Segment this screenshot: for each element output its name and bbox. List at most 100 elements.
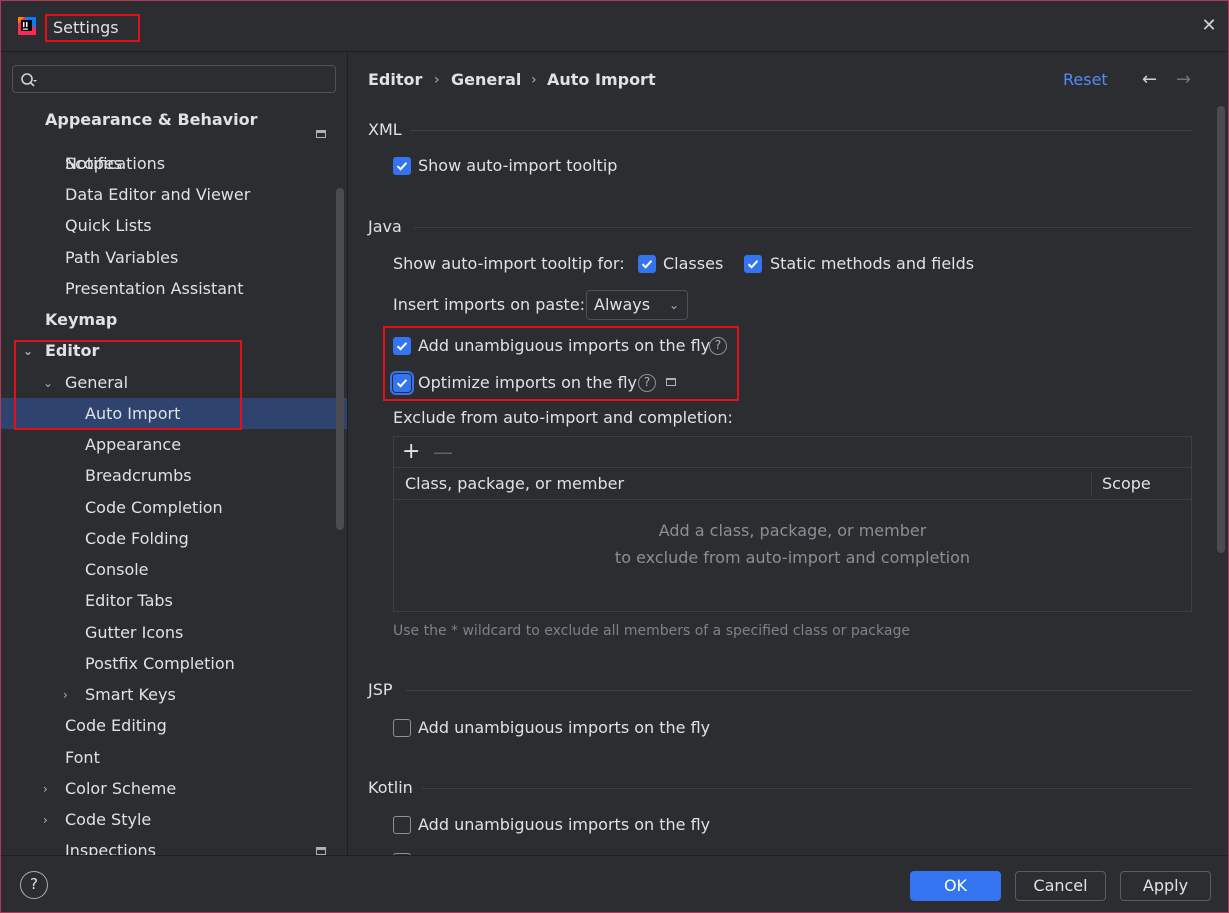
sidebar-item-keymap[interactable]: Keymap bbox=[1, 304, 347, 335]
chevron-down-icon: ⌄ bbox=[43, 376, 54, 390]
checkbox-label: Classes bbox=[663, 254, 724, 273]
cancel-button[interactable]: Cancel bbox=[1015, 871, 1106, 901]
checkbox-label: Add unambiguous imports on the fly bbox=[418, 815, 711, 834]
sidebar-item-code-completion[interactable]: Code Completion bbox=[1, 492, 347, 523]
section-title-kotlin: Kotlin bbox=[368, 778, 413, 797]
sidebar-item-label: Inspections bbox=[65, 841, 156, 855]
sidebar-item-label: Smart Keys bbox=[85, 685, 176, 704]
search-icon bbox=[21, 73, 37, 87]
search-input[interactable] bbox=[12, 65, 336, 93]
divider bbox=[422, 788, 1192, 789]
sidebar-item-path-variables[interactable]: Path Variables bbox=[1, 242, 347, 273]
pin-icon bbox=[316, 130, 326, 138]
sidebar-item-code-editing[interactable]: Code Editing bbox=[1, 710, 347, 741]
help-icon[interactable]: ? bbox=[638, 374, 656, 392]
sidebar-item-label: Editor Tabs bbox=[85, 591, 173, 610]
divider bbox=[414, 227, 1192, 228]
window-title: Settings bbox=[45, 14, 140, 42]
insert-on-paste-label: Insert imports on paste: bbox=[393, 295, 586, 314]
help-icon[interactable]: ? bbox=[709, 337, 727, 355]
checkbox-unchecked-icon bbox=[393, 719, 411, 737]
sidebar-item-appearance-behavior[interactable]: Appearance & Behavior bbox=[1, 104, 347, 134]
sidebar-item-editor-tabs[interactable]: Editor Tabs bbox=[1, 585, 347, 616]
sidebar-item-label: Color Scheme bbox=[65, 779, 177, 798]
checkbox-checked-icon bbox=[390, 371, 414, 395]
help-button[interactable]: ? bbox=[20, 871, 48, 899]
sidebar-item-label: Code Folding bbox=[85, 529, 189, 548]
apply-button[interactable]: Apply bbox=[1120, 871, 1211, 901]
sidebar-item-postfix-completion[interactable]: Postfix Completion bbox=[1, 648, 347, 679]
empty-text-line2: to exclude from auto-import and completi… bbox=[614, 548, 971, 567]
insert-on-paste-select[interactable]: Always ⌄ bbox=[586, 290, 688, 320]
table-toolbar: + — bbox=[394, 437, 1191, 468]
checkbox-label: Show auto-import tooltip bbox=[418, 156, 618, 175]
sidebar-item-data-editor[interactable]: Data Editor and Viewer bbox=[1, 179, 347, 210]
chevron-right-icon: › bbox=[531, 72, 537, 88]
sidebar-item-label: Appearance bbox=[85, 435, 182, 454]
sidebar-item-label: Presentation Assistant bbox=[65, 279, 244, 298]
close-icon[interactable]: ✕ bbox=[1199, 16, 1219, 36]
sidebar-item-smart-keys[interactable]: › Smart Keys bbox=[1, 679, 347, 710]
sidebar-item-notifications[interactable]: Notifications bbox=[1, 148, 347, 179]
sidebar-item-gutter-icons[interactable]: Gutter Icons bbox=[1, 617, 347, 648]
exclude-table: + — Class, package, or member Scope Add … bbox=[393, 436, 1192, 612]
sidebar-item-label: Editor bbox=[45, 341, 100, 360]
sidebar-item-quick-lists[interactable]: Quick Lists bbox=[1, 210, 347, 241]
sidebar-item-color-scheme[interactable]: › Color Scheme bbox=[1, 773, 347, 804]
checkbox-checked-icon bbox=[744, 255, 762, 273]
checkbox-label: Static methods and fields bbox=[770, 254, 975, 273]
sidebar-item-label: Console bbox=[85, 560, 149, 579]
reset-link[interactable]: Reset bbox=[1063, 69, 1108, 91]
checkbox-checked-icon bbox=[393, 337, 411, 355]
checkbox-checked-icon bbox=[638, 255, 656, 273]
chevron-down-icon: ⌄ bbox=[668, 298, 679, 312]
chevron-right-icon: › bbox=[43, 813, 48, 827]
divider bbox=[410, 130, 1192, 131]
breadcrumb-editor[interactable]: Editor bbox=[368, 69, 422, 91]
checkbox-label: Optimize imports on the fly bbox=[418, 373, 637, 392]
remove-icon[interactable]: — bbox=[433, 438, 453, 466]
chevron-right-icon: › bbox=[43, 782, 48, 796]
add-icon[interactable]: + bbox=[402, 438, 420, 466]
sidebar-item-auto-import[interactable]: Auto Import bbox=[1, 398, 347, 429]
settings-dialog: Settings ✕ Scopes Appearance & Behavior … bbox=[0, 0, 1229, 913]
sidebar-item-code-style[interactable]: › Code Style bbox=[1, 804, 347, 835]
sidebar-scrollbar[interactable] bbox=[336, 188, 344, 530]
column-header-scope[interactable]: Scope bbox=[1102, 468, 1151, 499]
sidebar-item-label: Code Completion bbox=[85, 498, 223, 517]
sidebar-item-label: Gutter Icons bbox=[85, 623, 184, 642]
sidebar-item-editor[interactable]: ⌄ Editor bbox=[1, 335, 347, 366]
sidebar-item-presentation-assistant[interactable]: Presentation Assistant bbox=[1, 273, 347, 304]
section-title-java: Java bbox=[368, 217, 402, 236]
wildcard-hint: Use the * wildcard to exclude all member… bbox=[393, 623, 910, 639]
breadcrumb-auto-import: Auto Import bbox=[547, 70, 656, 89]
breadcrumb-general[interactable]: General bbox=[451, 69, 521, 91]
content-scrollbar[interactable] bbox=[1217, 106, 1225, 553]
sidebar-item-font[interactable]: Font bbox=[1, 742, 347, 773]
dialog-footer: ? OK Cancel Apply bbox=[1, 855, 1228, 912]
sidebar-item-appearance[interactable]: Appearance bbox=[1, 429, 347, 460]
checkbox-unchecked-icon bbox=[393, 816, 411, 834]
sidebar-item-label: Data Editor and Viewer bbox=[65, 185, 251, 204]
empty-text-line1: Add a class, package, or member bbox=[658, 521, 927, 540]
select-value: Always bbox=[594, 295, 651, 314]
sidebar-item-inspections[interactable]: Inspections bbox=[1, 835, 347, 855]
arrow-left-icon[interactable]: ← bbox=[1142, 69, 1157, 91]
sidebar-item-code-folding[interactable]: Code Folding bbox=[1, 523, 347, 554]
sidebar-item-general[interactable]: ⌄ General bbox=[1, 367, 347, 398]
section-title-xml: XML bbox=[368, 120, 402, 139]
ok-button[interactable]: OK bbox=[910, 871, 1001, 901]
arrow-right-icon[interactable]: → bbox=[1176, 69, 1191, 91]
chevron-right-icon: › bbox=[63, 688, 68, 702]
chevron-right-icon: › bbox=[434, 72, 440, 88]
project-level-icon bbox=[666, 378, 676, 386]
sidebar-item-label: Postfix Completion bbox=[85, 654, 235, 673]
sidebar-item-label: Auto Import bbox=[85, 404, 181, 423]
column-header-member[interactable]: Class, package, or member bbox=[405, 468, 624, 499]
sidebar-item-label: Code Editing bbox=[65, 716, 167, 735]
sidebar-item-label: Keymap bbox=[45, 310, 118, 329]
sidebar-item-breadcrumbs[interactable]: Breadcrumbs bbox=[1, 460, 347, 491]
sidebar-item-label: General bbox=[65, 373, 129, 392]
intellij-logo-icon bbox=[18, 17, 36, 35]
sidebar-item-console[interactable]: Console bbox=[1, 554, 347, 585]
